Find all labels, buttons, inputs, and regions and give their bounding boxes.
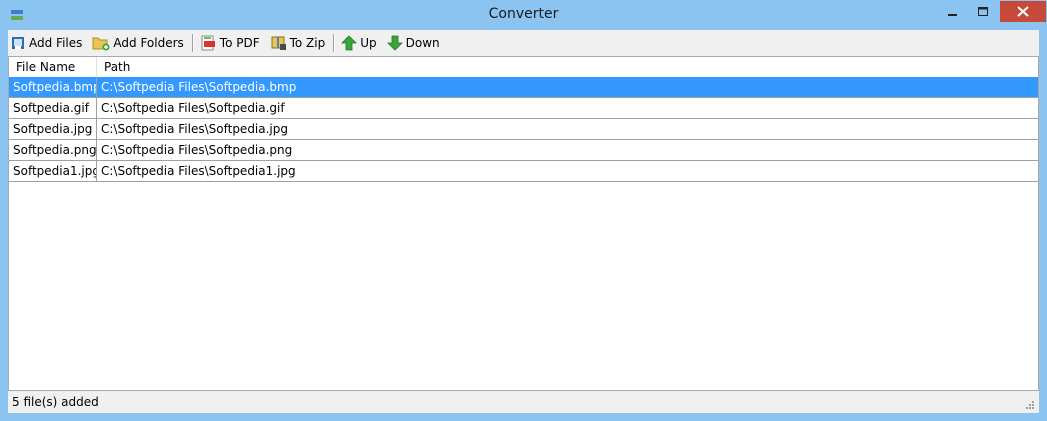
add-folders-icon	[92, 37, 110, 51]
arrow-up-icon	[341, 35, 358, 51]
add-folders-button[interactable]: Add Folders	[90, 32, 185, 54]
table-row[interactable]: Softpedia.gif C:\Softpedia Files\Softped…	[9, 98, 1038, 119]
close-icon	[1017, 6, 1029, 17]
add-files-button[interactable]: Add Files	[8, 32, 84, 54]
toolbar-separator	[333, 34, 336, 52]
toolbar: Add Files Add Folders To PDF To Zip Up D…	[8, 30, 1039, 56]
path-cell: C:\Softpedia Files\Softpedia.png	[101, 143, 293, 157]
status-bar: 5 file(s) added	[8, 391, 1039, 413]
file-name-cell: Softpedia.bmp	[9, 77, 97, 97]
file-name-cell: Softpedia1.jpg	[9, 161, 97, 181]
down-button[interactable]: Down	[385, 32, 442, 54]
pdf-icon	[201, 35, 215, 51]
minimize-icon	[948, 13, 957, 16]
close-button[interactable]	[1000, 1, 1046, 22]
add-files-label: Add Files	[29, 36, 83, 50]
path-cell: C:\Softpedia Files\Softpedia1.jpg	[101, 164, 296, 178]
to-pdf-label: To PDF	[219, 36, 260, 50]
path-cell: C:\Softpedia Files\Softpedia.bmp	[101, 80, 297, 94]
column-header-path[interactable]: Path	[97, 57, 1038, 77]
up-label: Up	[360, 36, 377, 50]
list-rows: Softpedia.bmp C:\Softpedia Files\Softped…	[9, 77, 1038, 182]
maximize-icon	[978, 6, 988, 16]
table-row[interactable]: Softpedia.jpg C:\Softpedia Files\Softped…	[9, 119, 1038, 140]
column-header-file-name[interactable]: File Name	[9, 57, 97, 77]
status-text: 5 file(s) added	[12, 395, 99, 409]
title-bar[interactable]: Converter	[0, 0, 1047, 30]
zip-icon	[271, 36, 286, 50]
up-button[interactable]: Up	[339, 32, 378, 54]
table-row[interactable]: Softpedia1.jpg C:\Softpedia Files\Softpe…	[9, 161, 1038, 182]
to-pdf-button[interactable]: To PDF	[198, 32, 262, 54]
resize-grip-icon[interactable]	[1025, 400, 1035, 410]
add-folders-label: Add Folders	[113, 36, 184, 50]
table-row[interactable]: Softpedia.png C:\Softpedia Files\Softped…	[9, 140, 1038, 161]
path-cell: C:\Softpedia Files\Softpedia.gif	[101, 101, 285, 115]
window-title: Converter	[488, 6, 559, 22]
client-area: Add Files Add Folders To PDF To Zip Up D…	[8, 30, 1039, 413]
minimize-button[interactable]	[938, 1, 968, 22]
path-cell: C:\Softpedia Files\Softpedia.jpg	[101, 122, 289, 136]
arrow-down-icon	[386, 35, 403, 51]
maximize-button[interactable]	[968, 1, 998, 22]
to-zip-label: To Zip	[289, 36, 326, 50]
file-list[interactable]: File Name Path Softpedia.bmp C:\Softpedi…	[8, 56, 1039, 391]
file-name-cell: Softpedia.jpg	[9, 119, 97, 139]
file-name-cell: Softpedia.png	[9, 140, 97, 160]
table-row[interactable]: Softpedia.bmp C:\Softpedia Files\Softped…	[9, 77, 1038, 98]
to-zip-button[interactable]: To Zip	[268, 32, 328, 54]
toolbar-separator	[191, 34, 194, 52]
file-name-cell: Softpedia.gif	[9, 98, 97, 118]
down-label: Down	[405, 36, 440, 50]
list-header: File Name Path	[9, 57, 1038, 78]
converter-window: Converter Add Files Add Folders To PDF T…	[0, 0, 1047, 421]
add-files-icon	[12, 37, 24, 49]
